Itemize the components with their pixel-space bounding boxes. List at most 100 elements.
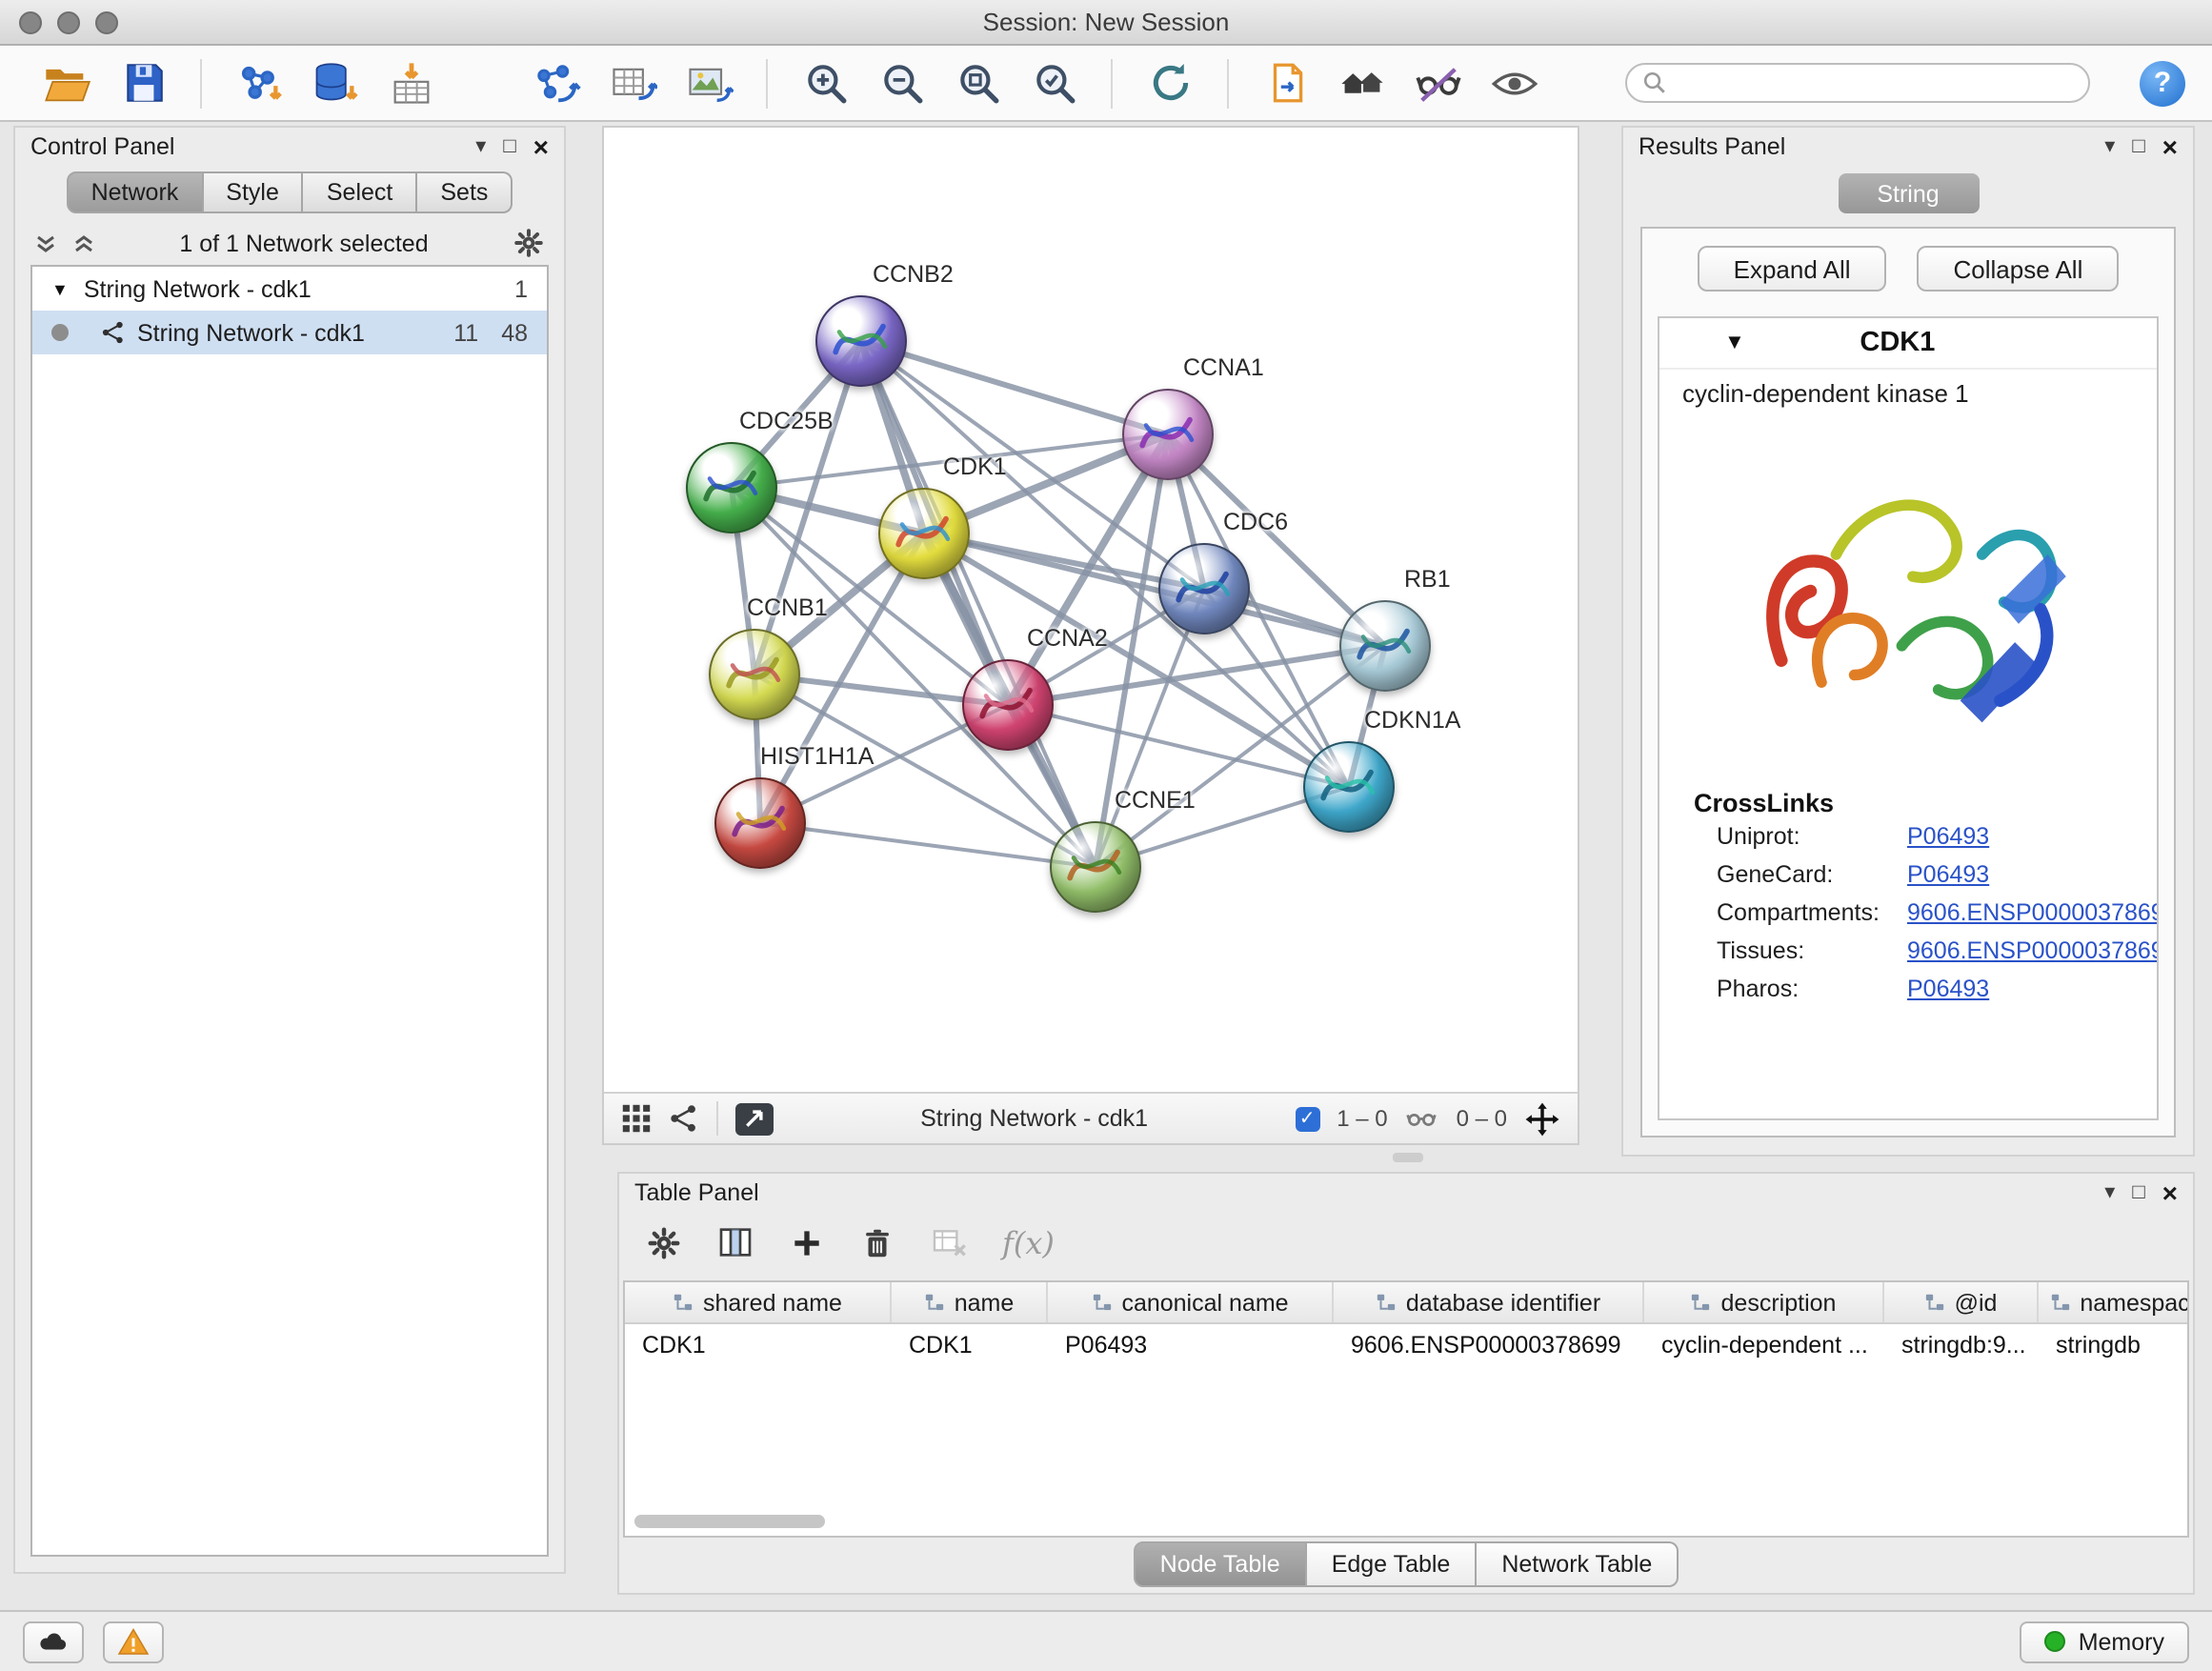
panel-close-icon[interactable]: × [533, 133, 549, 160]
crosslink-link[interactable]: P06493 [1907, 861, 1989, 888]
network-node-cdkn1a[interactable] [1303, 741, 1395, 833]
crosslink-row: Tissues:9606.ENSP00000378699 [1659, 932, 2157, 970]
tree-expand-icon[interactable]: ▼ [51, 279, 69, 298]
search-field[interactable] [1625, 63, 2090, 103]
crosslink-link[interactable]: P06493 [1907, 976, 1989, 1002]
column-header-name[interactable]: name [892, 1282, 1048, 1322]
table-cell[interactable]: cyclin-dependent ... [1644, 1331, 1884, 1358]
zoom-out-button[interactable] [873, 54, 930, 111]
network-edge[interactable] [861, 341, 1096, 867]
add-column-button[interactable] [789, 1224, 825, 1260]
panel-float-icon[interactable]: □ [2132, 1182, 2144, 1203]
export-network-button[interactable] [528, 54, 585, 111]
network-node-ccnb2[interactable] [815, 295, 907, 387]
column-header-canonical-name[interactable]: canonical name [1048, 1282, 1334, 1322]
crosslink-link[interactable]: 9606.ENSP00000378699 [1907, 937, 2159, 964]
network-node-ccne1[interactable] [1050, 821, 1141, 913]
collapse-all-button[interactable]: Collapse All [1918, 246, 2120, 292]
column-header--id[interactable]: @id [1884, 1282, 2039, 1322]
table-cell[interactable]: stringdb:9... [1884, 1331, 2039, 1358]
network-node-ccnb1[interactable] [709, 629, 800, 720]
table-cell[interactable]: CDK1 [625, 1331, 892, 1358]
table-horizontal-scrollbar[interactable] [634, 1515, 825, 1528]
show-all-button[interactable] [1486, 54, 1543, 111]
collapse-gene-icon[interactable]: ▼ [1724, 332, 1745, 354]
column-header-namespac[interactable]: namespac [2039, 1282, 2189, 1322]
export-image-button[interactable] [680, 54, 737, 111]
table-cell[interactable]: CDK1 [892, 1331, 1048, 1358]
import-table-button[interactable] [383, 54, 440, 111]
tab-style[interactable]: Style [203, 171, 304, 213]
network-node-ccna2[interactable] [962, 659, 1054, 751]
table-row[interactable]: CDK1CDK1P064939606.ENSP00000378699cyclin… [625, 1324, 2187, 1364]
tab-select[interactable]: Select [304, 171, 418, 213]
function-builder-button[interactable]: f(x) [1002, 1224, 1055, 1260]
network-edge[interactable] [861, 341, 1168, 434]
open-session-button[interactable] [38, 54, 95, 111]
tab-node-table[interactable]: Node Table [1134, 1541, 1307, 1587]
delete-column-button[interactable] [859, 1224, 895, 1260]
delete-table-button-disabled[interactable] [930, 1223, 968, 1261]
import-network-file-button[interactable] [231, 54, 288, 111]
birdseye-view-button[interactable] [735, 1102, 774, 1135]
network-options-gear-button[interactable] [513, 227, 545, 259]
network-item-row[interactable]: String Network - cdk1 11 48 [32, 311, 547, 354]
gene-card-header[interactable]: ▼ CDK1 [1659, 318, 2157, 370]
panel-menu-icon[interactable]: ▾ [475, 136, 486, 157]
column-header-database-identifier[interactable]: database identifier [1334, 1282, 1644, 1322]
network-node-rb1[interactable] [1339, 600, 1431, 692]
import-network-database-button[interactable] [307, 54, 364, 111]
table-cell[interactable]: P06493 [1048, 1331, 1334, 1358]
hide-selected-button[interactable] [1410, 54, 1467, 111]
cloud-status-button[interactable] [23, 1621, 84, 1662]
neighbors-button[interactable] [1334, 54, 1391, 111]
network-node-cdc25b[interactable] [686, 442, 777, 534]
tab-network-table[interactable]: Network Table [1477, 1541, 1679, 1587]
panel-float-icon[interactable]: □ [2132, 136, 2144, 157]
network-edge[interactable] [924, 534, 1385, 646]
warnings-button[interactable] [103, 1621, 164, 1662]
save-session-button[interactable] [114, 54, 171, 111]
grid-view-button[interactable] [621, 1103, 652, 1134]
network-node-cdc6[interactable] [1158, 543, 1250, 634]
pan-move-button[interactable] [1524, 1100, 1560, 1137]
export-table-button[interactable] [604, 54, 661, 111]
horizontal-splitter-handle[interactable] [1393, 1153, 1423, 1162]
tab-string[interactable]: String [1838, 173, 1979, 213]
network-node-ccna1[interactable] [1122, 389, 1214, 480]
copy-document-button[interactable] [1257, 54, 1315, 111]
column-header-shared-name[interactable]: shared name [625, 1282, 892, 1322]
column-header-description[interactable]: description [1644, 1282, 1884, 1322]
refresh-view-button[interactable] [1141, 54, 1198, 111]
help-button[interactable]: ? [2140, 60, 2185, 106]
tab-sets[interactable]: Sets [417, 171, 513, 213]
table-cell[interactable]: 9606.ENSP00000378699 [1334, 1331, 1644, 1358]
tab-network[interactable]: Network [67, 171, 204, 213]
panel-float-icon[interactable]: □ [503, 136, 515, 157]
selected-checkbox-icon[interactable]: ✓ [1295, 1106, 1319, 1131]
expand-all-button[interactable]: Expand All [1698, 246, 1887, 292]
network-node-cdk1[interactable] [878, 488, 970, 579]
zoom-fit-button[interactable] [949, 54, 1006, 111]
show-columns-button[interactable] [716, 1223, 754, 1261]
tab-edge-table[interactable]: Edge Table [1307, 1541, 1478, 1587]
table-settings-gear-button[interactable] [646, 1224, 682, 1260]
network-collection-row[interactable]: ▼ String Network - cdk1 1 [32, 267, 547, 311]
network-edge[interactable] [760, 823, 1096, 867]
crosslink-link[interactable]: 9606.ENSP00000378699 [1907, 899, 2159, 926]
collapse-all-tree-button[interactable] [72, 232, 95, 254]
network-overview-button[interactable] [669, 1103, 699, 1134]
panel-menu-icon[interactable]: ▾ [2104, 1182, 2115, 1203]
table-cell[interactable]: stringdb [2039, 1331, 2189, 1358]
zoom-in-button[interactable] [796, 54, 854, 111]
panel-menu-icon[interactable]: ▾ [2104, 136, 2115, 157]
network-canvas[interactable]: CCNB2CCNA1CDC25BCDK1CDC6RB1CCNB1CCNA2CDK… [604, 128, 1578, 1092]
panel-close-icon[interactable]: × [2162, 133, 2178, 160]
search-input[interactable] [1679, 70, 2073, 96]
zoom-selected-button[interactable] [1025, 54, 1082, 111]
expand-all-tree-button[interactable] [34, 232, 57, 254]
crosslink-link[interactable]: P06493 [1907, 823, 1989, 850]
memory-button[interactable]: Memory [2020, 1621, 2189, 1662]
network-node-hist1h1a[interactable] [714, 777, 806, 869]
panel-close-icon[interactable]: × [2162, 1179, 2178, 1206]
